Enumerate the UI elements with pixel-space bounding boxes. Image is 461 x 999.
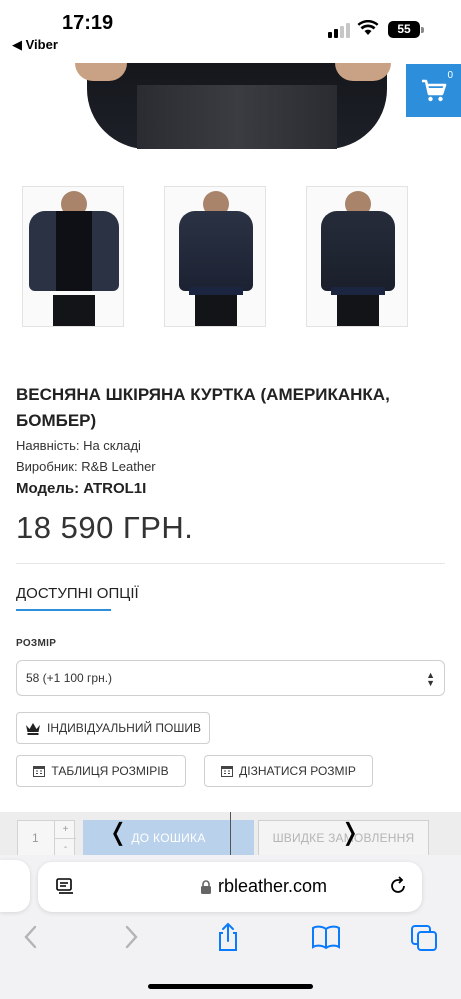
calendar-icon [221,766,234,777]
size-table-label: ТАБЛИЦЯ РОЗМІРІВ [51,764,169,778]
size-table-button[interactable]: ТАБЛИЦЯ РОЗМІРІВ [16,755,186,787]
product-thumbnail-3[interactable] [306,186,408,327]
divider [16,563,445,564]
back-icon[interactable] [22,924,40,950]
home-indicator [148,984,313,989]
custom-tailoring-label: ІНДИВІДУАЛЬНИЙ ПОШИВ [46,721,202,735]
quantity-buttons: + - [54,821,76,855]
thumb-jacket [321,211,395,291]
options-heading: ДОСТУПНІ ОПЦІЇ [16,585,139,602]
cellular-signal-icon [328,23,350,38]
forward-icon[interactable] [122,924,140,950]
split-divider [230,812,231,860]
wifi-icon [357,20,379,35]
product-availability: Наявність: На складі [16,438,141,453]
cart-button[interactable]: 0 [406,64,461,117]
size-select-value: 58 (+1 100 грн.) [26,671,113,685]
size-label: РОЗМІР [16,638,57,649]
find-size-button[interactable]: ДІЗНАТИСЯ РОЗМІР [204,755,373,787]
product-manufacturer: Виробник: R&B Leather [16,459,156,474]
thumb-jacket [179,211,253,291]
thumb-waistband [189,287,243,295]
product-title: ВЕСНЯНА ШКІРЯНА КУРТКА (АМЕРИКАНКА, БОМБ… [16,385,390,430]
hero-pants [137,85,337,149]
previous-tab-peek[interactable] [0,860,30,912]
cart-icon [421,79,446,101]
select-arrows-icon: ▲ ▼ [426,670,435,688]
bookmarks-icon[interactable] [311,924,341,950]
quantity-value[interactable]: 1 [32,831,39,845]
thumb-legs [53,295,95,326]
thumb-legs [195,295,237,326]
battery-tip [421,27,424,33]
quantity-stepper[interactable]: 1 + - [17,820,76,856]
status-bar: 17:19 ◀ Viber 55 [0,0,461,60]
status-time: 17:19 [62,12,114,34]
thumb-jacket [29,211,119,291]
thumb-legs [337,295,379,326]
reload-icon[interactable] [388,876,408,896]
thumb-waistband [331,287,385,295]
custom-tailoring-button[interactable]: ІНДИВІДУАЛЬНИЙ ПОШИВ [16,712,210,744]
product-main-image[interactable] [17,63,444,149]
crown-icon [25,722,40,735]
product-thumbnail-2[interactable] [164,186,266,327]
product-price: 18 590 ГРН. [16,510,194,545]
quantity-minus-button[interactable]: - [55,839,76,856]
options-heading-underline [16,609,111,611]
address-bar[interactable]: rbleather.com [38,862,422,912]
cart-count: 0 [447,70,453,81]
chevron-left-icon[interactable]: ❬ [108,818,128,847]
calendar-icon [33,766,46,777]
product-thumbnail-1[interactable] [22,186,124,327]
size-select[interactable]: 58 (+1 100 грн.) ▲ ▼ [16,660,445,696]
battery-icon: 55 [388,21,420,38]
quantity-plus-button[interactable]: + [55,821,76,839]
tabs-icon[interactable] [410,924,438,952]
reader-mode-icon[interactable] [56,878,74,896]
share-icon[interactable] [215,922,241,952]
find-size-label: ДІЗНАТИСЯ РОЗМІР [239,764,356,778]
chevron-right-icon[interactable]: ❭ [340,818,360,847]
lock-icon [201,880,211,894]
back-to-app-link[interactable]: ◀ Viber [12,37,58,53]
product-model: Модель: ATROL1I [16,480,147,497]
url-text: rbleather.com [218,876,328,896]
